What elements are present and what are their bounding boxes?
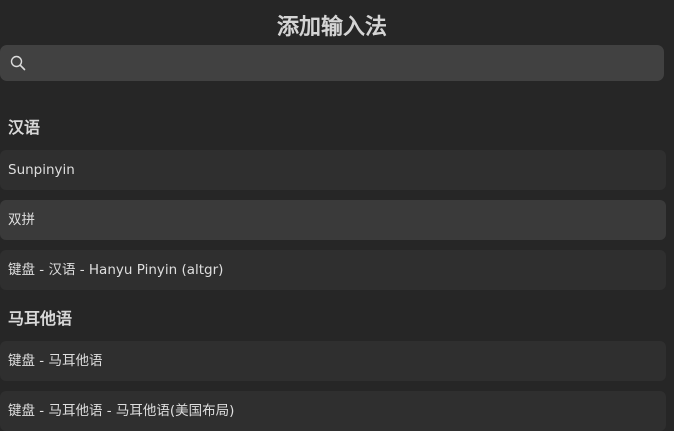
- list-item-label: Sunpinyin: [8, 162, 75, 178]
- list-item-label: 键盘 - 马耳他语: [8, 353, 103, 369]
- search-icon: [10, 55, 26, 71]
- list-item-sunpinyin[interactable]: Sunpinyin: [0, 150, 666, 190]
- search-input[interactable]: [34, 45, 654, 81]
- list-item-shuangpin[interactable]: 双拼: [0, 200, 666, 240]
- list-item-maltese-us-layout[interactable]: 键盘 - 马耳他语 - 马耳他语(美国布局): [0, 391, 666, 431]
- list-item-label: 键盘 - 汉语 - Hanyu Pinyin (altgr): [8, 262, 224, 278]
- section-header-maltese: 马耳他语: [8, 309, 73, 328]
- dialog-title: 添加输入法: [276, 15, 387, 40]
- list-item-hanyu-pinyin-altgr[interactable]: 键盘 - 汉语 - Hanyu Pinyin (altgr): [0, 250, 666, 290]
- list-item-maltese-keyboard[interactable]: 键盘 - 马耳他语: [0, 341, 666, 381]
- search-bar[interactable]: [0, 45, 664, 81]
- list-item-label: 双拼: [8, 212, 35, 228]
- list-item-label: 键盘 - 马耳他语 - 马耳他语(美国布局): [8, 403, 235, 419]
- section-header-chinese: 汉语: [8, 118, 41, 137]
